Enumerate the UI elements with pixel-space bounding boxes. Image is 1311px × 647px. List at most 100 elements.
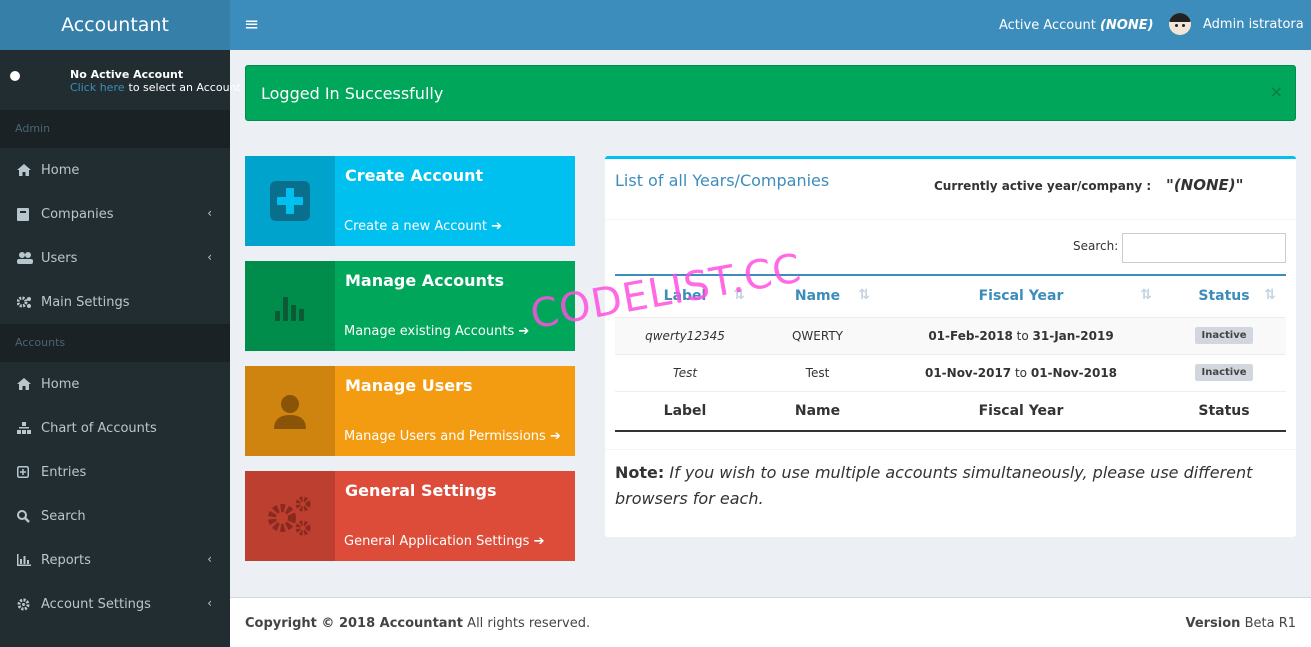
sidebar-item-main-settings[interactable]: Main Settings: [0, 280, 230, 324]
top-navbar: ≡ Active Account (NONE) Admin istratora: [230, 0, 1311, 50]
success-alert: Logged In Successfully ×: [245, 65, 1296, 121]
box-header: List of all Years/Companies Currently ac…: [605, 159, 1296, 220]
arrow-circle-right-icon: ➔: [533, 534, 545, 549]
sidebar-item-label: Search: [41, 508, 86, 524]
page-footer: Copyright © 2018 Accountant All rights r…: [230, 597, 1311, 647]
sidebar-item-label: Users: [41, 250, 78, 266]
arrow-circle-right-icon: ➔: [549, 429, 561, 444]
arrow-circle-right-icon: ➔: [518, 324, 530, 339]
manage-accounts-box[interactable]: Manage Accounts Manage existing Accounts…: [245, 261, 575, 351]
info-box-title: Manage Users: [345, 376, 473, 395]
bar-chart-icon: [17, 554, 41, 566]
sort-icon: ⇅: [1264, 287, 1276, 303]
table-row[interactable]: Test Test 01-Nov-2017 to 01-Nov-2018 Ina…: [615, 354, 1286, 392]
sidebar-item-accounts-home[interactable]: Home: [0, 362, 230, 406]
chevron-left-icon: ‹: [207, 250, 212, 264]
info-box-title: Create Account: [345, 166, 484, 185]
sidebar: Accountant No Active Account Click here t…: [0, 0, 241, 647]
cell-name: Test: [755, 354, 880, 392]
gear-icon: [17, 598, 41, 611]
active-account-indicator[interactable]: Active Account (NONE): [999, 18, 1154, 33]
sidebar-toggle-icon[interactable]: ≡: [244, 14, 259, 35]
chevron-left-icon: ‹: [207, 596, 212, 610]
app-logo[interactable]: Accountant: [0, 0, 230, 50]
user-menu-name[interactable]: Admin istratora: [1203, 17, 1304, 32]
chevron-left-icon: ‹: [207, 552, 212, 566]
sidebar-item-account-settings[interactable]: Account Settings ‹: [0, 582, 230, 626]
info-box-title: Manage Accounts: [345, 271, 505, 290]
user-icon: [245, 366, 335, 456]
sidebar-item-label: Companies: [41, 206, 114, 222]
footer-status: Status: [1162, 391, 1286, 432]
copyright: Copyright © 2018 Accountant All rights r…: [245, 616, 591, 631]
footer-name: Name: [755, 391, 880, 432]
column-header-status[interactable]: Status ⇅: [1162, 274, 1286, 318]
avatar[interactable]: [1169, 13, 1191, 35]
current-company-value: "(NONE)": [1166, 176, 1244, 194]
select-account-link[interactable]: Click here: [70, 81, 125, 94]
book-icon: [17, 207, 41, 221]
cell-name: QWERTY: [755, 317, 880, 355]
table-row[interactable]: qwerty12345 QWERTY 01-Feb-2018 to 31-Jan…: [615, 317, 1286, 355]
plus-square-icon: [17, 466, 41, 478]
sidebar-header-accounts: Accounts: [0, 324, 230, 362]
user-panel-sub: Click here to select an Account: [70, 81, 241, 94]
manage-accounts-link[interactable]: Manage existing Accounts ➔: [344, 324, 529, 339]
user-panel: No Active Account Click here to select an…: [0, 50, 241, 110]
gears-icon: [245, 471, 335, 561]
footer-label: Label: [615, 391, 755, 432]
sidebar-item-admin-home[interactable]: Home: [0, 148, 230, 192]
sidebar-item-label: Home: [41, 376, 80, 392]
bar-chart-icon: [245, 261, 335, 351]
sidebar-header-admin: Admin: [0, 110, 230, 148]
column-header-fiscal-year[interactable]: Fiscal Year ⇅: [880, 274, 1162, 318]
table-search-input[interactable]: [1122, 233, 1286, 263]
manage-users-box[interactable]: Manage Users Manage Users and Permission…: [245, 366, 575, 456]
sidebar-item-users[interactable]: Users ‹: [0, 236, 230, 280]
sort-icon: ⇅: [858, 287, 870, 303]
arrow-circle-right-icon: ➔: [491, 219, 502, 234]
cell-label: Test: [615, 354, 755, 392]
sidebar-item-label: Home: [41, 162, 80, 178]
box-title: List of all Years/Companies: [615, 171, 830, 190]
cell-fiscal-year: 01-Nov-2017 to 01-Nov-2018: [880, 354, 1162, 392]
sidebar-item-label: Reports: [41, 552, 91, 568]
current-company-label: Currently active year/company :: [934, 179, 1152, 193]
active-account-label: Active Account: [999, 18, 1096, 33]
sidebar-item-reports[interactable]: Reports ‹: [0, 538, 230, 582]
create-account-box[interactable]: Create Account Create a new Account ➔: [245, 156, 575, 246]
sidebar-item-label: Chart of Accounts: [41, 420, 157, 436]
footer-fiscal-year: Fiscal Year: [880, 391, 1162, 432]
search-label: Search:: [1073, 239, 1119, 253]
sidebar-item-entries[interactable]: Entries: [0, 450, 230, 494]
plus-square-icon: [245, 156, 335, 246]
close-icon[interactable]: ×: [1270, 82, 1283, 101]
note-label: Note:: [615, 463, 665, 482]
sitemap-icon: [17, 422, 41, 434]
sidebar-item-search[interactable]: Search: [0, 494, 230, 538]
sidebar-item-chart-of-accounts[interactable]: Chart of Accounts: [0, 406, 230, 450]
general-settings-link[interactable]: General Application Settings ➔: [344, 534, 545, 549]
sidebar-item-label: Entries: [41, 464, 87, 480]
status-badge: Inactive: [1195, 327, 1253, 344]
info-box-title: General Settings: [345, 481, 497, 500]
home-icon: [17, 378, 41, 390]
cell-label: qwerty12345: [615, 317, 755, 355]
cell-status: Inactive: [1162, 354, 1286, 392]
status-badge: Inactive: [1195, 364, 1253, 381]
users-icon: [17, 252, 41, 264]
sidebar-item-label: Main Settings: [41, 294, 130, 310]
alert-message: Logged In Successfully: [261, 84, 444, 103]
general-settings-box[interactable]: General Settings General Application Set…: [245, 471, 575, 561]
version: Version Beta R1: [1185, 616, 1296, 631]
create-account-link[interactable]: Create a new Account ➔: [344, 219, 502, 234]
sort-icon: ⇅: [1140, 287, 1152, 303]
select-account-text: to select an Account: [128, 81, 241, 94]
manage-users-link[interactable]: Manage Users and Permissions ➔: [344, 429, 561, 444]
cell-fiscal-year: 01-Feb-2018 to 31-Jan-2019: [880, 317, 1162, 355]
chevron-left-icon: ‹: [207, 206, 212, 220]
note-text: Note: If you wish to use multiple accoun…: [615, 460, 1286, 512]
companies-box: List of all Years/Companies Currently ac…: [605, 156, 1296, 537]
status-dot-icon: [10, 71, 20, 81]
sidebar-item-companies[interactable]: Companies ‹: [0, 192, 230, 236]
